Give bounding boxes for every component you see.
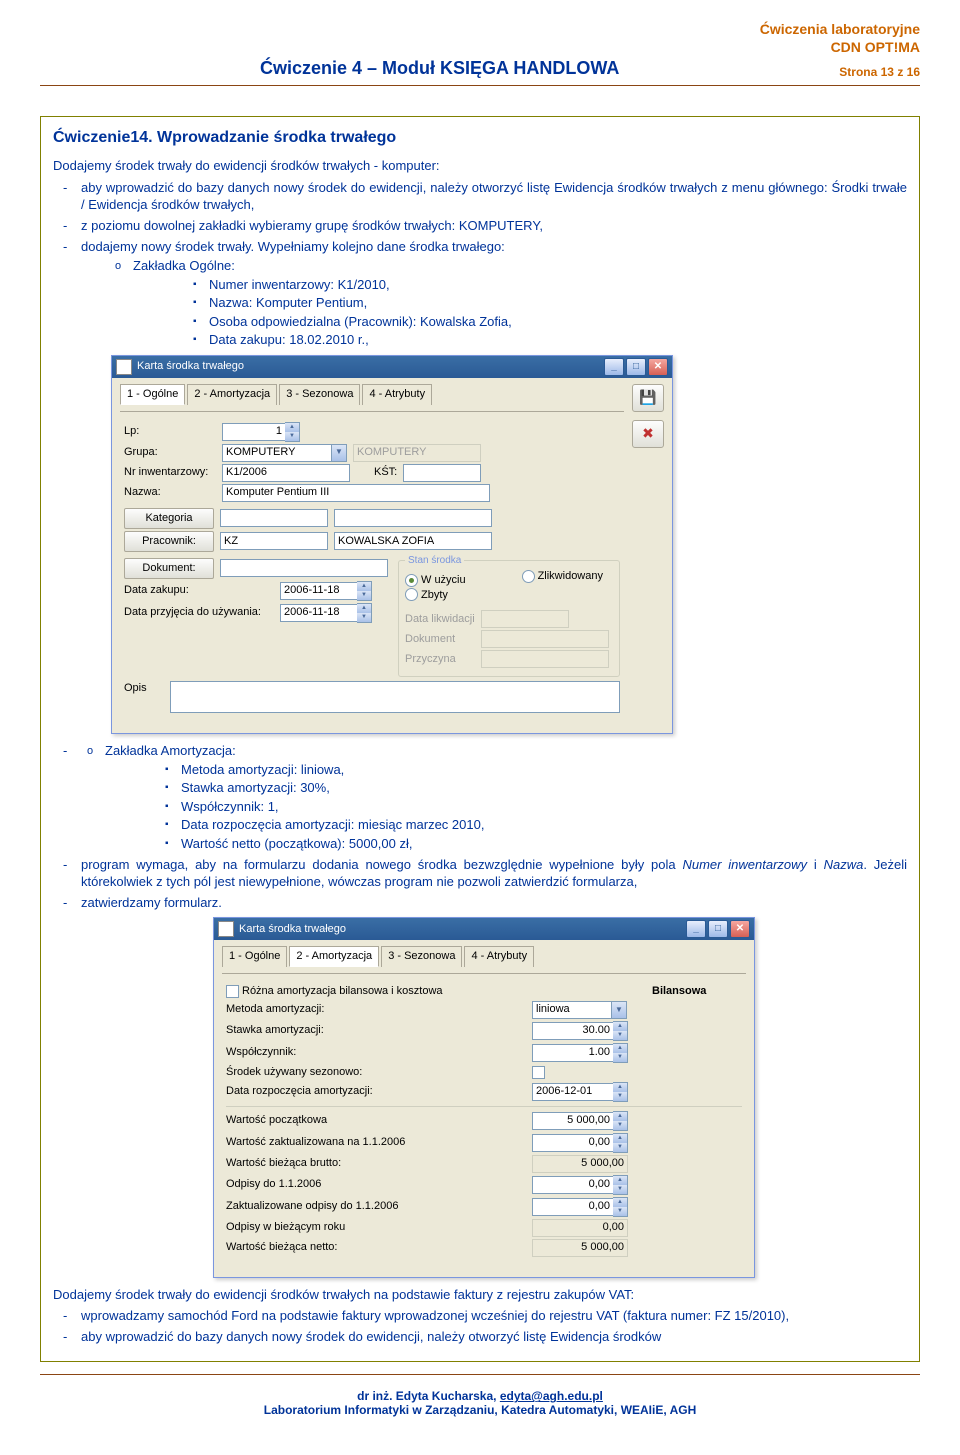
wsp-field[interactable]: 1.00	[532, 1044, 613, 1062]
tab-attributes[interactable]: 4 - Atrybuty	[362, 384, 432, 405]
bullet-4: program wymaga, aby na formularzu dodani…	[53, 856, 907, 891]
screenshot-amortization-tab: Karta środka trwałego _ □ ✕ 1 - Ogólne 2…	[213, 917, 755, 1278]
window-titlebar-2: Karta środka trwałego _ □ ✕	[214, 918, 754, 940]
window-icon	[218, 921, 234, 937]
p2-bullet-b: aby wprowadzić do bazy danych nowy środe…	[53, 1328, 907, 1346]
tab-seasonal[interactable]: 3 - Sezonowa	[279, 384, 360, 405]
dokument-field[interactable]	[220, 559, 388, 577]
kategoria-name[interactable]	[334, 509, 492, 527]
dokument-button[interactable]: Dokument:	[124, 558, 214, 579]
stan-groupbox-title: Stan środka	[405, 554, 464, 568]
nazwa-label: Nazwa:	[124, 485, 216, 500]
radio-zlikwidowany[interactable]: Zlikwidowany	[522, 569, 603, 584]
kst-label: KŚT:	[374, 465, 397, 480]
page-indicator: Strona 13 z 16	[839, 65, 920, 79]
sub-amort: Zakładka Amortyzacja: Metoda amortyzacji…	[53, 742, 907, 852]
data-zakupu-label: Data zakupu:	[124, 583, 274, 598]
lp-label: Lp:	[124, 424, 216, 439]
kategoria-button[interactable]: Kategoria	[124, 508, 214, 529]
nr-field[interactable]: K1/2006	[222, 464, 350, 482]
zod-field[interactable]: 0,00	[532, 1198, 613, 1216]
grupa-combo[interactable]: KOMPUTERY▼	[222, 444, 347, 462]
footer-email[interactable]: edyta@agh.edu.pl	[500, 1389, 603, 1403]
save-icon-button[interactable]: 💾	[632, 384, 664, 412]
bullet-3: dodajemy nowy środek trwały. Wypełniamy …	[53, 238, 907, 349]
od-field[interactable]: 0,00	[532, 1176, 613, 1194]
col-bilansowa: Bilansowa	[652, 984, 742, 999]
pracownik-code[interactable]: KZ	[220, 532, 328, 550]
cancel-icon-button[interactable]: ✖	[632, 420, 664, 448]
chk-rozna[interactable]: Różna amortyzacja bilansowa i kosztowa	[226, 984, 443, 999]
bullet-1: aby wprowadzić do bazy danych nowy środe…	[53, 179, 907, 214]
header-app: CDN OPT!MA	[40, 38, 920, 56]
header-lab: Ćwiczenia laboratoryjne	[40, 20, 920, 38]
close-button[interactable]: ✕	[730, 920, 750, 938]
pracownik-button[interactable]: Pracownik:	[124, 531, 214, 552]
metoda-combo[interactable]: liniowa▼	[532, 1001, 627, 1019]
stawka-field[interactable]: 30.00	[532, 1022, 613, 1040]
data-uzyw-spinner[interactable]: ▲▼	[357, 603, 372, 623]
wa-field[interactable]: 0,00	[532, 1134, 613, 1152]
document-title: Ćwiczenie 4 – Moduł KSIĘGA HANDLOWA	[40, 58, 839, 79]
footer: dr inż. Edyta Kucharska, edyta@agh.edu.p…	[40, 1385, 920, 1435]
tab-attributes-2[interactable]: 4 - Atrybuty	[464, 946, 534, 967]
minimize-button[interactable]: _	[686, 920, 706, 938]
data-zakupu-spinner[interactable]: ▲▼	[357, 581, 372, 601]
bullet-5: zatwierdzamy formularz.	[53, 894, 907, 912]
window-title-2: Karta środka trwałego	[239, 922, 346, 937]
paragraph-2: Dodajemy środek trwały do ewidencji środ…	[53, 1286, 907, 1304]
grupa-label: Grupa:	[124, 445, 216, 460]
nazwa-field[interactable]: Komputer Pentium III	[222, 484, 490, 502]
close-button[interactable]: ✕	[648, 358, 668, 376]
tab-general[interactable]: 1 - Ogólne	[120, 384, 185, 405]
grupa-display: KOMPUTERY	[353, 444, 481, 462]
kategoria-code[interactable]	[220, 509, 328, 527]
tab-depreciation-2[interactable]: 2 - Amortyzacja	[289, 946, 379, 967]
nr-label: Nr inwentarzowy:	[124, 465, 216, 480]
data-uzyw-field[interactable]: 2006-11-18	[280, 604, 357, 622]
exercise-box: Ćwiczenie14. Wprowadzanie środka trwałeg…	[40, 116, 920, 1362]
header-separator	[40, 85, 920, 86]
tab-seasonal-2[interactable]: 3 - Sezonowa	[381, 946, 462, 967]
wbb-field: 5 000,00	[532, 1155, 628, 1173]
radio-w-uzyciu[interactable]: W użyciu	[405, 573, 466, 588]
chk-sezon[interactable]	[532, 1066, 545, 1079]
intro-text: Dodajemy środek trwały do ewidencji środ…	[53, 157, 907, 175]
data-uzyw-label: Data przyjęcia do używania:	[124, 605, 274, 620]
window-icon	[116, 359, 132, 375]
wp-field[interactable]: 5 000,00	[532, 1112, 613, 1130]
obr-field: 0,00	[532, 1219, 628, 1237]
exercise-title: Ćwiczenie14. Wprowadzanie środka trwałeg…	[53, 129, 907, 147]
lp-spinner[interactable]: ▲▼	[285, 422, 300, 442]
opis-field[interactable]	[170, 681, 620, 713]
footer-separator	[40, 1374, 920, 1375]
lp-field[interactable]: 1	[222, 423, 285, 441]
window-titlebar: Karta środka trwałego _ □ ✕	[112, 356, 672, 378]
tab-depreciation[interactable]: 2 - Amortyzacja	[187, 384, 277, 405]
screenshot-general-tab: Karta środka trwałego _ □ ✕ 1 - Ogólne 2…	[111, 355, 673, 734]
opis-label: Opis	[124, 681, 164, 696]
wbn-field: 5 000,00	[532, 1239, 628, 1257]
minimize-button[interactable]: _	[604, 358, 624, 376]
maximize-button[interactable]: □	[708, 920, 728, 938]
data-zakupu-field[interactable]: 2006-11-18	[280, 582, 357, 600]
bullet-2: z poziomu dowolnej zakładki wybieramy gr…	[53, 217, 907, 235]
p2-bullet-a: wprowadzamy samochód Ford na podstawie f…	[53, 1307, 907, 1325]
radio-zbyty[interactable]: Zbyty	[405, 588, 448, 603]
maximize-button[interactable]: □	[626, 358, 646, 376]
tab-general-2[interactable]: 1 - Ogólne	[222, 946, 287, 967]
sub-general: Zakładka Ogólne: Numer inwentarzowy: K1/…	[81, 257, 907, 349]
data-rozp-field[interactable]: 2006-12-01	[532, 1083, 613, 1101]
window-title: Karta środka trwałego	[137, 359, 244, 374]
pracownik-name: KOWALSKA ZOFIA	[334, 532, 492, 550]
kst-field[interactable]	[403, 464, 481, 482]
